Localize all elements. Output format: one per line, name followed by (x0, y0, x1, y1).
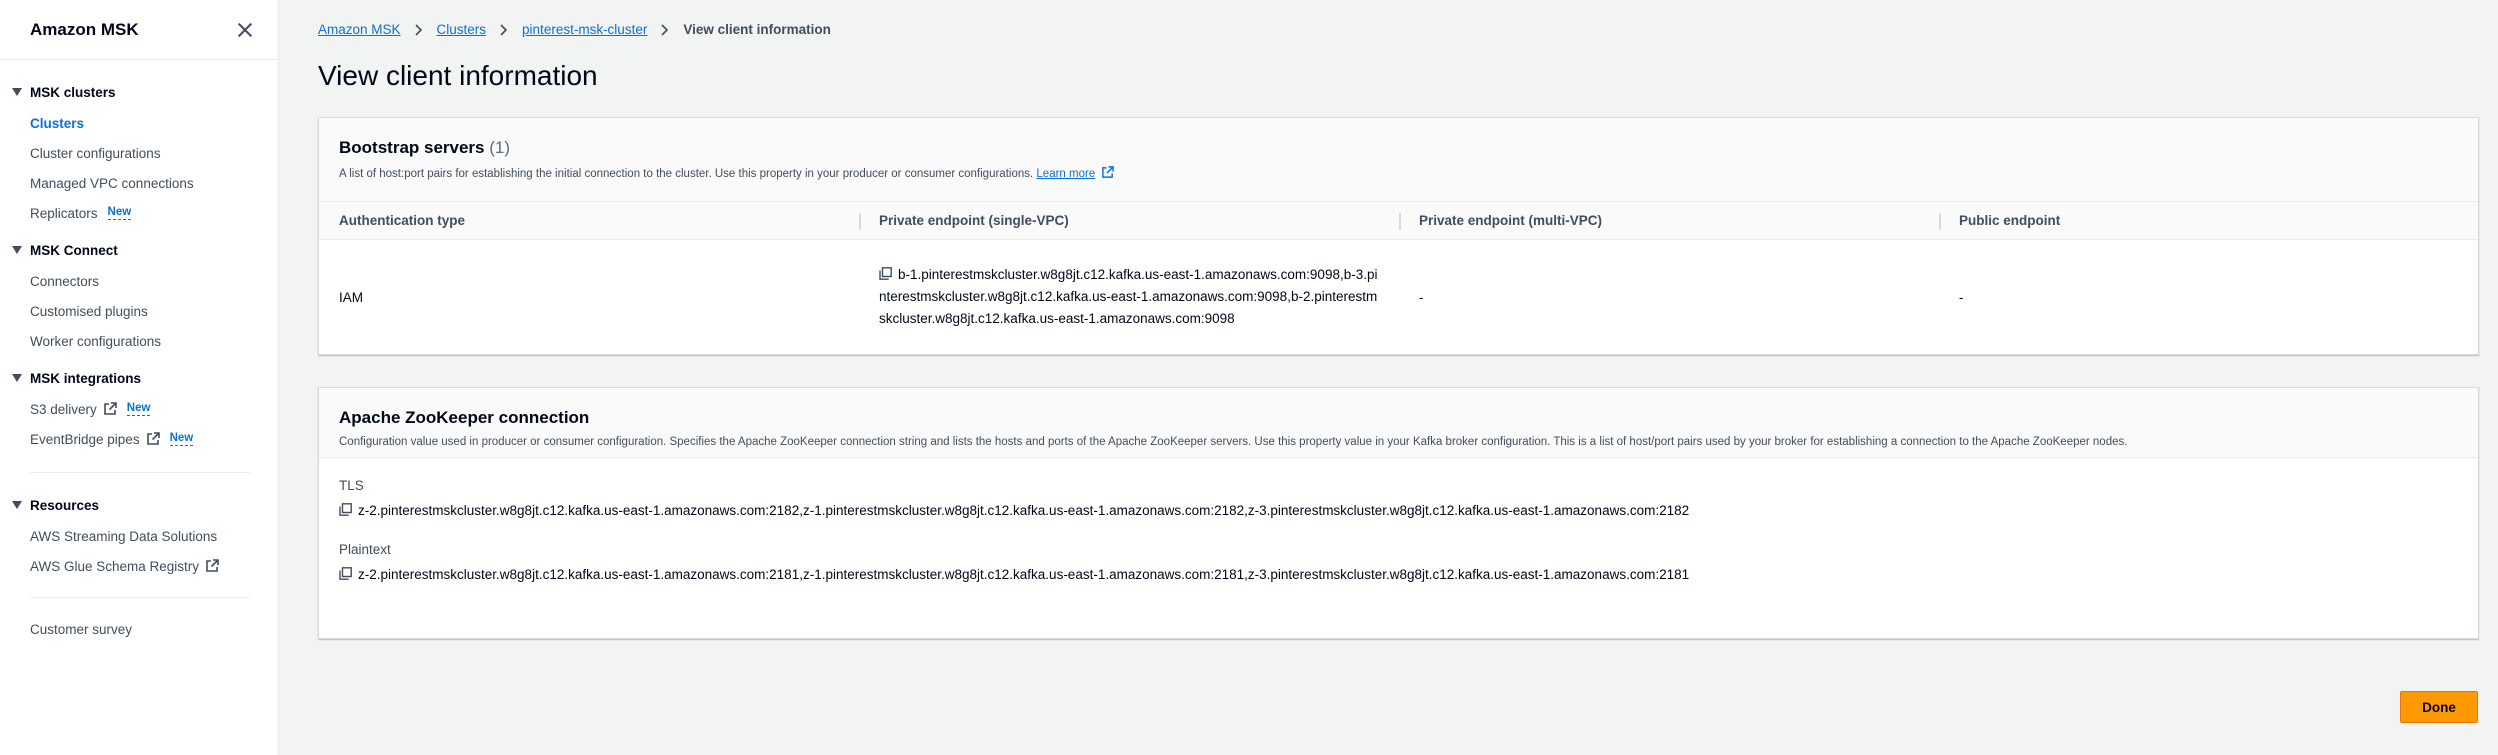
external-link-icon (1102, 166, 1115, 178)
new-badge[interactable]: New (126, 402, 151, 416)
copy-icon[interactable] (339, 503, 352, 516)
sidebar-item-clusters[interactable]: Clusters (0, 108, 278, 138)
learn-more-link[interactable]: Learn more (1036, 168, 1095, 180)
sidebar-group-msk-integrations: MSK integrations S3 delivery New EventBr… (0, 368, 278, 454)
tls-value: z-2.pinterestmskcluster.w8g8jt.c12.kafka… (358, 503, 1690, 518)
sidebar-group-resources: Resources AWS Streaming Data Solutions A… (0, 495, 278, 581)
caret-down-icon (12, 501, 22, 509)
column-header-public-endpoint: Public endpoint (1939, 202, 2478, 239)
external-link-icon (146, 432, 160, 445)
close-icon[interactable] (236, 21, 254, 39)
sidebar-group-toggle[interactable]: MSK Connect (0, 240, 278, 260)
copy-icon[interactable] (339, 567, 352, 580)
caret-down-icon (12, 88, 22, 96)
main-content: Amazon MSK Clusters pinterest-msk-cluste… (279, 0, 2498, 755)
private-multi-vpc-cell: - (1419, 289, 1424, 305)
public-endpoint-cell: - (1959, 289, 1964, 305)
private-single-vpc-cell: b-1.pinterestmskcluster.w8g8jt.c12.kafka… (859, 264, 1399, 330)
zookeeper-description: Configuration value used in producer or … (339, 436, 2128, 448)
tls-label: TLS (339, 478, 364, 493)
sidebar-group-toggle[interactable]: MSK integrations (0, 368, 278, 388)
auth-type-cell: IAM (339, 289, 364, 305)
plaintext-row: z-2.pinterestmskcluster.w8g8jt.c12.kafka… (339, 567, 2458, 582)
sidebar-item-connectors[interactable]: Connectors (0, 266, 278, 296)
sidebar-item-s3-delivery[interactable]: S3 delivery New (0, 394, 278, 424)
tls-row: z-2.pinterestmskcluster.w8g8jt.c12.kafka… (339, 503, 2458, 518)
sidebar-item-managed-vpc-connections[interactable]: Managed VPC connections (0, 168, 278, 198)
sidebar-header: Amazon MSK (0, 0, 278, 60)
sidebar-item-eventbridge-pipes[interactable]: EventBridge pipes New (0, 424, 278, 454)
table-row: IAM b-1.pinterestmskcluster.w8g8jt.c12.k… (319, 240, 2478, 354)
sidebar-divider (30, 597, 250, 598)
page-title: View client information (318, 60, 598, 91)
copy-icon[interactable] (879, 267, 892, 280)
breadcrumb-link-cluster[interactable]: pinterest-msk-cluster (522, 22, 647, 37)
sidebar-item-customised-plugins[interactable]: Customised plugins (0, 296, 278, 326)
new-badge[interactable]: New (169, 432, 194, 446)
sidebar-group-msk-connect: MSK Connect Connectors Customised plugin… (0, 240, 278, 356)
zookeeper-title: Apache ZooKeeper connection (339, 408, 590, 427)
zookeeper-panel: Apache ZooKeeper connection Configuratio… (318, 387, 2479, 639)
done-button[interactable]: Done (2400, 691, 2478, 723)
external-link-icon (206, 559, 219, 572)
plaintext-label: Plaintext (339, 542, 391, 557)
sidebar-item-aws-streaming-data-solutions[interactable]: AWS Streaming Data Solutions (0, 521, 278, 551)
bootstrap-table-header: Authentication type Private endpoint (si… (319, 202, 2478, 240)
sidebar-item-aws-glue-schema-registry[interactable]: AWS Glue Schema Registry (0, 551, 278, 581)
sidebar-item-cluster-configurations[interactable]: Cluster configurations (0, 138, 278, 168)
sidebar-title[interactable]: Amazon MSK (30, 20, 139, 40)
sidebar-item-customer-survey[interactable]: Customer survey (0, 614, 278, 644)
sidebar-group-msk-clusters: MSK clusters Clusters Cluster configurat… (0, 82, 278, 228)
side-navigation: Amazon MSK MSK clusters Clusters Cluster… (0, 0, 279, 755)
plaintext-value: z-2.pinterestmskcluster.w8g8jt.c12.kafka… (358, 567, 1690, 582)
bootstrap-description: A list of host:port pairs for establishi… (339, 166, 2458, 180)
sidebar-item-replicators[interactable]: Replicators New (0, 198, 278, 228)
chevron-right-icon (661, 23, 669, 36)
chevron-right-icon (414, 23, 422, 36)
column-header-authentication-type: Authentication type (339, 213, 466, 228)
private-single-vpc-value: b-1.pinterestmskcluster.w8g8jt.c12.kafka… (879, 267, 1378, 326)
bootstrap-servers-title: Bootstrap servers (1) (339, 138, 511, 157)
column-header-private-multi-vpc: Private endpoint (multi-VPC) (1399, 202, 1939, 239)
sidebar-group-toggle[interactable]: MSK clusters (0, 82, 278, 102)
caret-down-icon (12, 374, 22, 382)
breadcrumb-current: View client information (683, 22, 831, 37)
bootstrap-count: (1) (489, 138, 511, 157)
caret-down-icon (12, 246, 22, 254)
chevron-right-icon (500, 23, 508, 36)
sidebar-divider (30, 472, 250, 473)
bootstrap-servers-header: Bootstrap servers (1) A list of host:por… (319, 118, 2478, 202)
breadcrumb-link-amazon-msk[interactable]: Amazon MSK (318, 22, 401, 37)
bootstrap-servers-panel: Bootstrap servers (1) A list of host:por… (318, 117, 2479, 355)
breadcrumb: Amazon MSK Clusters pinterest-msk-cluste… (318, 22, 831, 37)
zookeeper-body: TLS z-2.pinterestmskcluster.w8g8jt.c12.k… (319, 458, 2478, 582)
breadcrumb-link-clusters[interactable]: Clusters (437, 22, 487, 37)
new-badge[interactable]: New (107, 206, 132, 220)
sidebar-group-toggle[interactable]: Resources (0, 495, 278, 515)
sidebar-item-worker-configurations[interactable]: Worker configurations (0, 326, 278, 356)
external-link-icon (103, 402, 117, 415)
zookeeper-header: Apache ZooKeeper connection Configuratio… (319, 388, 2478, 458)
column-header-private-single-vpc: Private endpoint (single-VPC) (859, 202, 1399, 239)
